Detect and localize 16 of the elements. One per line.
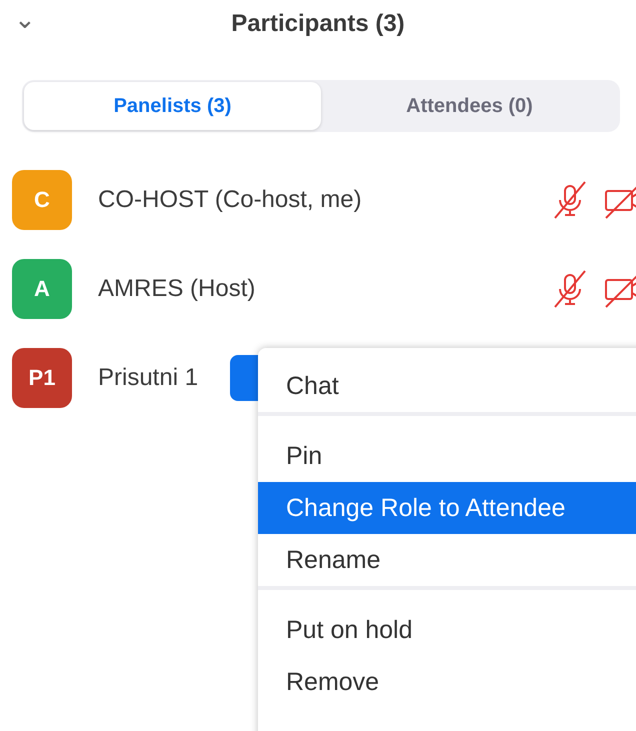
menu-item[interactable]: Chat (258, 360, 636, 412)
collapse-button[interactable]: ⌄ (14, 4, 36, 34)
avatar: A (12, 259, 72, 319)
avatar: C (12, 170, 72, 230)
tab[interactable]: Panelists (3) (24, 82, 321, 130)
menu-item[interactable]: Rename (258, 534, 636, 586)
participant-name: Prisutni 1 (98, 364, 198, 392)
menu-item[interactable]: Change Role to Attendee (258, 482, 636, 534)
menu-item[interactable]: Remove (258, 656, 636, 708)
menu-item[interactable]: Put on hold (258, 604, 636, 656)
panel-title: Participants (3) (231, 10, 405, 38)
menu-item[interactable]: Pin (258, 430, 636, 482)
participant-name: CO-HOST (Co-host, me) (98, 186, 362, 214)
participant-name: AMRES (Host) (98, 275, 256, 303)
avatar: P1 (12, 348, 72, 408)
tab[interactable]: Attendees (0) (321, 82, 618, 130)
